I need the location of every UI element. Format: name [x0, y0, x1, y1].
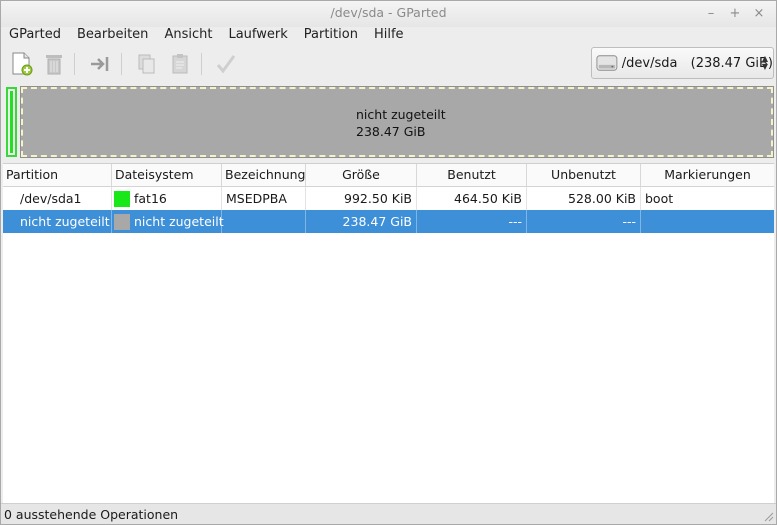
col-unused[interactable]: Unbenutzt: [527, 164, 641, 186]
gparted-window: /dev/sda - GParted – + × GParted Bearbei…: [0, 0, 777, 525]
col-filesystem[interactable]: Dateisystem: [112, 164, 222, 186]
harddisk-icon: [596, 55, 618, 71]
table-row[interactable]: nicht zugeteilt nicht zugeteilt 238.47 G…: [3, 210, 774, 233]
paste-button[interactable]: [167, 51, 193, 77]
status-text: 0 ausstehende Operationen: [4, 507, 179, 522]
col-used[interactable]: Benutzt: [417, 164, 527, 186]
device-size: (238.47 GiB): [690, 55, 773, 71]
cell-unused: 528.00 KiB: [527, 187, 641, 210]
table-row[interactable]: /dev/sda1 fat16 MSEDPBA 992.50 KiB 464.5…: [3, 187, 774, 210]
fs-color-swatch: [114, 213, 130, 230]
close-icon[interactable]: ×: [750, 5, 768, 23]
cell-size: 992.50 KiB: [306, 187, 417, 210]
delete-partition-button[interactable]: [41, 51, 67, 77]
cell-flags: [641, 210, 774, 233]
disk-partition-sda1[interactable]: [6, 87, 17, 157]
cell-label: [222, 210, 306, 233]
menu-hilfe[interactable]: Hilfe: [366, 25, 412, 47]
cell-filesystem: fat16: [112, 187, 222, 210]
trash-icon: [46, 55, 62, 75]
checkmark-icon: [216, 55, 236, 74]
menu-bar: GParted Bearbeiten Ansicht Laufwerk Part…: [1, 25, 776, 47]
menu-laufwerk[interactable]: Laufwerk: [220, 25, 295, 47]
cell-filesystem: nicht zugeteilt: [112, 210, 224, 233]
disk-unallocated-region[interactable]: nicht zugeteilt 238.47 GiB: [20, 86, 774, 158]
menu-ansicht[interactable]: Ansicht: [156, 25, 220, 47]
resize-grip-icon[interactable]: [762, 510, 774, 522]
status-bar: 0 ausstehende Operationen: [1, 503, 776, 524]
cell-used: 464.50 KiB: [417, 187, 527, 210]
unallocated-label: nicht zugeteilt: [356, 107, 446, 122]
window-title: /dev/sda - GParted: [330, 5, 447, 20]
device-name: /dev/sda: [621, 55, 678, 71]
new-document-icon: [12, 52, 33, 76]
col-flags[interactable]: Markierungen: [641, 164, 774, 186]
copy-button[interactable]: [133, 51, 159, 77]
fs-color-swatch: [114, 190, 130, 207]
menu-bearbeiten[interactable]: Bearbeiten: [69, 25, 156, 47]
paste-icon: [172, 54, 188, 74]
device-selector[interactable]: /dev/sda (238.47 GiB) ▲ ▼: [591, 47, 774, 79]
disk-graphic: nicht zugeteilt 238.47 GiB: [3, 83, 774, 161]
cell-used: ---: [417, 210, 527, 233]
col-partition[interactable]: Partition: [3, 164, 112, 186]
fs-name: nicht zugeteilt: [134, 214, 224, 229]
col-label[interactable]: Bezeichnung: [222, 164, 306, 186]
cell-size: 238.47 GiB: [306, 210, 417, 233]
fs-name: fat16: [134, 191, 167, 206]
cell-label: MSEDPBA: [222, 187, 306, 210]
partition-table: Partition Dateisystem Bezeichnung Größe …: [3, 163, 774, 503]
minimize-icon[interactable]: –: [702, 5, 720, 23]
apply-button[interactable]: [213, 51, 239, 77]
copy-icon: [138, 54, 155, 74]
unallocated-size: 238.47 GiB: [356, 124, 426, 139]
menu-gparted[interactable]: GParted: [1, 25, 69, 47]
resize-move-button[interactable]: [87, 51, 113, 77]
chevron-updown-icon: ▲ ▼: [761, 54, 768, 71]
menu-partition[interactable]: Partition: [296, 25, 366, 47]
new-partition-button[interactable]: [9, 51, 35, 77]
resize-arrow-icon: [91, 57, 109, 71]
maximize-icon[interactable]: +: [726, 5, 744, 23]
table-header: Partition Dateisystem Bezeichnung Größe …: [3, 164, 774, 187]
cell-flags: boot: [645, 191, 674, 206]
col-size[interactable]: Größe: [306, 164, 417, 186]
cell-unused: ---: [527, 210, 641, 233]
cell-partition: /dev/sda1: [3, 187, 112, 210]
title-bar: /dev/sda - GParted – + ×: [1, 1, 776, 27]
cell-partition: nicht zugeteilt: [3, 210, 112, 233]
